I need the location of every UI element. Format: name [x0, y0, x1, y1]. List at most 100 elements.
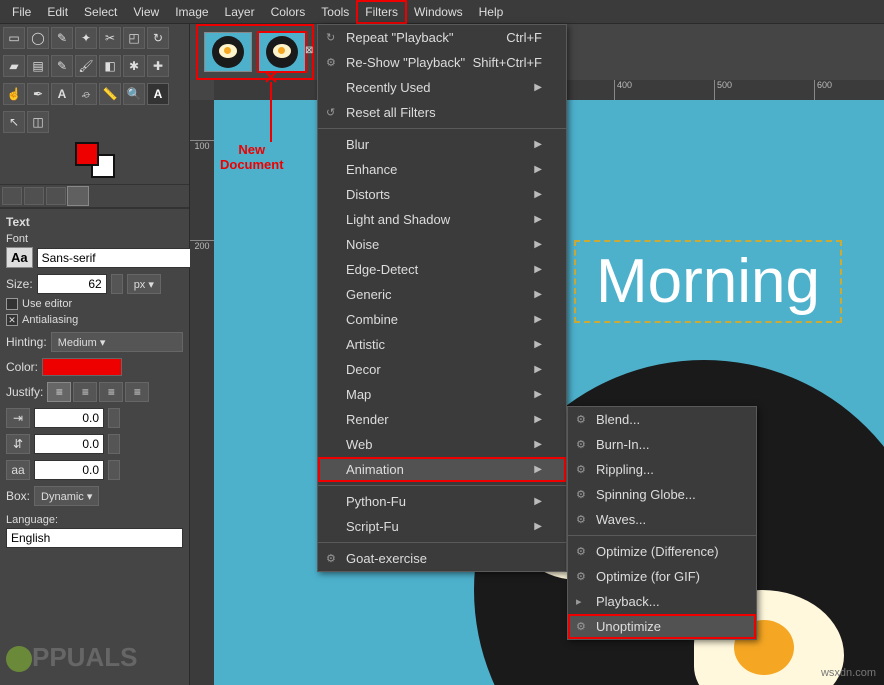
justify-right[interactable]: ≡	[73, 382, 97, 402]
menu-recently-used[interactable]: Recently Used▶	[318, 75, 566, 100]
menu-combine[interactable]: Combine▶	[318, 307, 566, 332]
tab-undo[interactable]	[46, 187, 66, 205]
menu-generic[interactable]: Generic▶	[318, 282, 566, 307]
anim-rippling[interactable]: ⚙Rippling...	[568, 457, 756, 482]
tool-zoom[interactable]: 🔍	[123, 83, 145, 105]
font-label: Font	[6, 233, 183, 245]
menu-select[interactable]: Select	[76, 1, 125, 23]
tool-ellipse-select[interactable]: ◯	[27, 27, 49, 49]
tab-device[interactable]	[24, 187, 44, 205]
menu-help[interactable]: Help	[471, 1, 512, 23]
tool-fuzzy-select[interactable]: ✦	[75, 27, 97, 49]
language-input[interactable]	[6, 528, 183, 548]
tool-text[interactable]: A	[51, 83, 73, 105]
tool-rect-select[interactable]: ▭	[3, 27, 25, 49]
tool-transform[interactable]: ◰	[123, 27, 145, 49]
text-layer[interactable]: Morning	[574, 240, 842, 323]
text-color-button[interactable]	[42, 358, 122, 376]
menu-distorts[interactable]: Distorts▶	[318, 182, 566, 207]
line-spacing-spinner[interactable]	[108, 434, 120, 454]
menu-file[interactable]: File	[4, 1, 39, 23]
menu-edge-detect[interactable]: Edge-Detect▶	[318, 257, 566, 282]
menu-view[interactable]: View	[125, 1, 167, 23]
menu-noise[interactable]: Noise▶	[318, 232, 566, 257]
chevron-right-icon: ▶	[534, 339, 542, 350]
justify-center[interactable]: ≡	[99, 382, 123, 402]
menu-image[interactable]: Image	[167, 1, 216, 23]
anim-waves[interactable]: ⚙Waves...	[568, 507, 756, 532]
use-editor-checkbox[interactable]	[6, 298, 18, 310]
menu-python-fu[interactable]: Python-Fu▶	[318, 489, 566, 514]
color-swatch[interactable]	[75, 142, 115, 178]
menu-edit[interactable]: Edit	[39, 1, 76, 23]
tab-tool-options[interactable]	[2, 187, 22, 205]
menu-web[interactable]: Web▶	[318, 432, 566, 457]
box-select[interactable]: Dynamic ▾	[34, 486, 99, 506]
anim-unoptimize[interactable]: ⚙Unoptimize	[568, 614, 756, 639]
document-tab-1[interactable]	[204, 32, 252, 72]
tool-bucket[interactable]: ▰	[3, 55, 25, 77]
menu-reset-filters[interactable]: ↺Reset all Filters	[318, 100, 566, 125]
size-label: Size:	[6, 277, 33, 291]
size-spinner[interactable]	[111, 274, 123, 294]
tool-eraser[interactable]: ◧	[99, 55, 121, 77]
tool-align[interactable]: ◫	[27, 111, 49, 133]
justify-fill[interactable]: ≡	[125, 382, 149, 402]
anim-playback[interactable]: ▸Playback...	[568, 589, 756, 614]
menu-decor[interactable]: Decor▶	[318, 357, 566, 382]
tool-smudge[interactable]: ☝	[3, 83, 25, 105]
play-icon: ▸	[576, 595, 582, 608]
tool-brush[interactable]: 🖌	[75, 55, 97, 77]
menu-colors[interactable]: Colors	[263, 1, 314, 23]
letter-spacing-spinner[interactable]	[108, 460, 120, 480]
menu-animation[interactable]: Animation▶	[318, 457, 566, 482]
tool-free-select[interactable]: ✎	[51, 27, 73, 49]
font-family-input[interactable]	[37, 248, 202, 268]
size-unit-select[interactable]: px ▾	[127, 274, 161, 294]
letter-spacing-input[interactable]	[34, 460, 104, 480]
tool-pencil[interactable]: ✎	[51, 55, 73, 77]
menu-repeat[interactable]: ↻Repeat "Playback"Ctrl+F	[318, 25, 566, 50]
tool-warp[interactable]: ↻	[147, 27, 169, 49]
menu-goat-exercise[interactable]: ⚙Goat-exercise	[318, 546, 566, 571]
close-icon[interactable]: ⊠	[305, 45, 317, 57]
anim-blend[interactable]: ⚙Blend...	[568, 407, 756, 432]
indent-spinner[interactable]	[108, 408, 120, 428]
antialiasing-checkbox[interactable]: ✕	[6, 314, 18, 326]
tab-images[interactable]	[68, 187, 88, 205]
menu-enhance[interactable]: Enhance▶	[318, 157, 566, 182]
menu-layer[interactable]: Layer	[217, 1, 263, 23]
menu-script-fu[interactable]: Script-Fu▶	[318, 514, 566, 539]
menu-tools[interactable]: Tools	[313, 1, 357, 23]
tool-crop[interactable]: ✂	[99, 27, 121, 49]
menu-blur[interactable]: Blur▶	[318, 132, 566, 157]
menu-filters[interactable]: Filters	[357, 1, 406, 23]
anim-optimize-gif[interactable]: ⚙Optimize (for GIF)	[568, 564, 756, 589]
tool-measure[interactable]: 📏	[99, 83, 121, 105]
justify-left[interactable]: ≡	[47, 382, 71, 402]
tool-clone[interactable]: ✱	[123, 55, 145, 77]
tool-move[interactable]: ↖	[3, 111, 25, 133]
tool-heal[interactable]: ✚	[147, 55, 169, 77]
tool-text-active[interactable]: A	[147, 83, 169, 105]
anim-burn-in[interactable]: ⚙Burn-In...	[568, 432, 756, 457]
anim-optimize-diff[interactable]: ⚙Optimize (Difference)	[568, 539, 756, 564]
font-preview-icon[interactable]: Aa	[6, 247, 33, 268]
font-size-input[interactable]	[37, 274, 107, 294]
menu-map[interactable]: Map▶	[318, 382, 566, 407]
menu-render[interactable]: Render▶	[318, 407, 566, 432]
tool-path[interactable]: ✒	[27, 83, 49, 105]
line-spacing-input[interactable]	[34, 434, 104, 454]
menu-artistic[interactable]: Artistic▶	[318, 332, 566, 357]
menu-windows[interactable]: Windows	[406, 1, 471, 23]
tool-colorpicker[interactable]: ⌮	[75, 83, 97, 105]
tool-gradient[interactable]: ▤	[27, 55, 49, 77]
menu-reshow[interactable]: ⚙Re-Show "Playback"Shift+Ctrl+F	[318, 50, 566, 75]
menu-light-shadow[interactable]: Light and Shadow▶	[318, 207, 566, 232]
foreground-color[interactable]	[75, 142, 99, 166]
hinting-select[interactable]: Medium ▾	[51, 332, 183, 352]
gear-icon: ⚙	[576, 570, 586, 583]
document-tab-2[interactable]: ⊠	[258, 32, 306, 72]
indent-input[interactable]	[34, 408, 104, 428]
anim-spinning-globe[interactable]: ⚙Spinning Globe...	[568, 482, 756, 507]
